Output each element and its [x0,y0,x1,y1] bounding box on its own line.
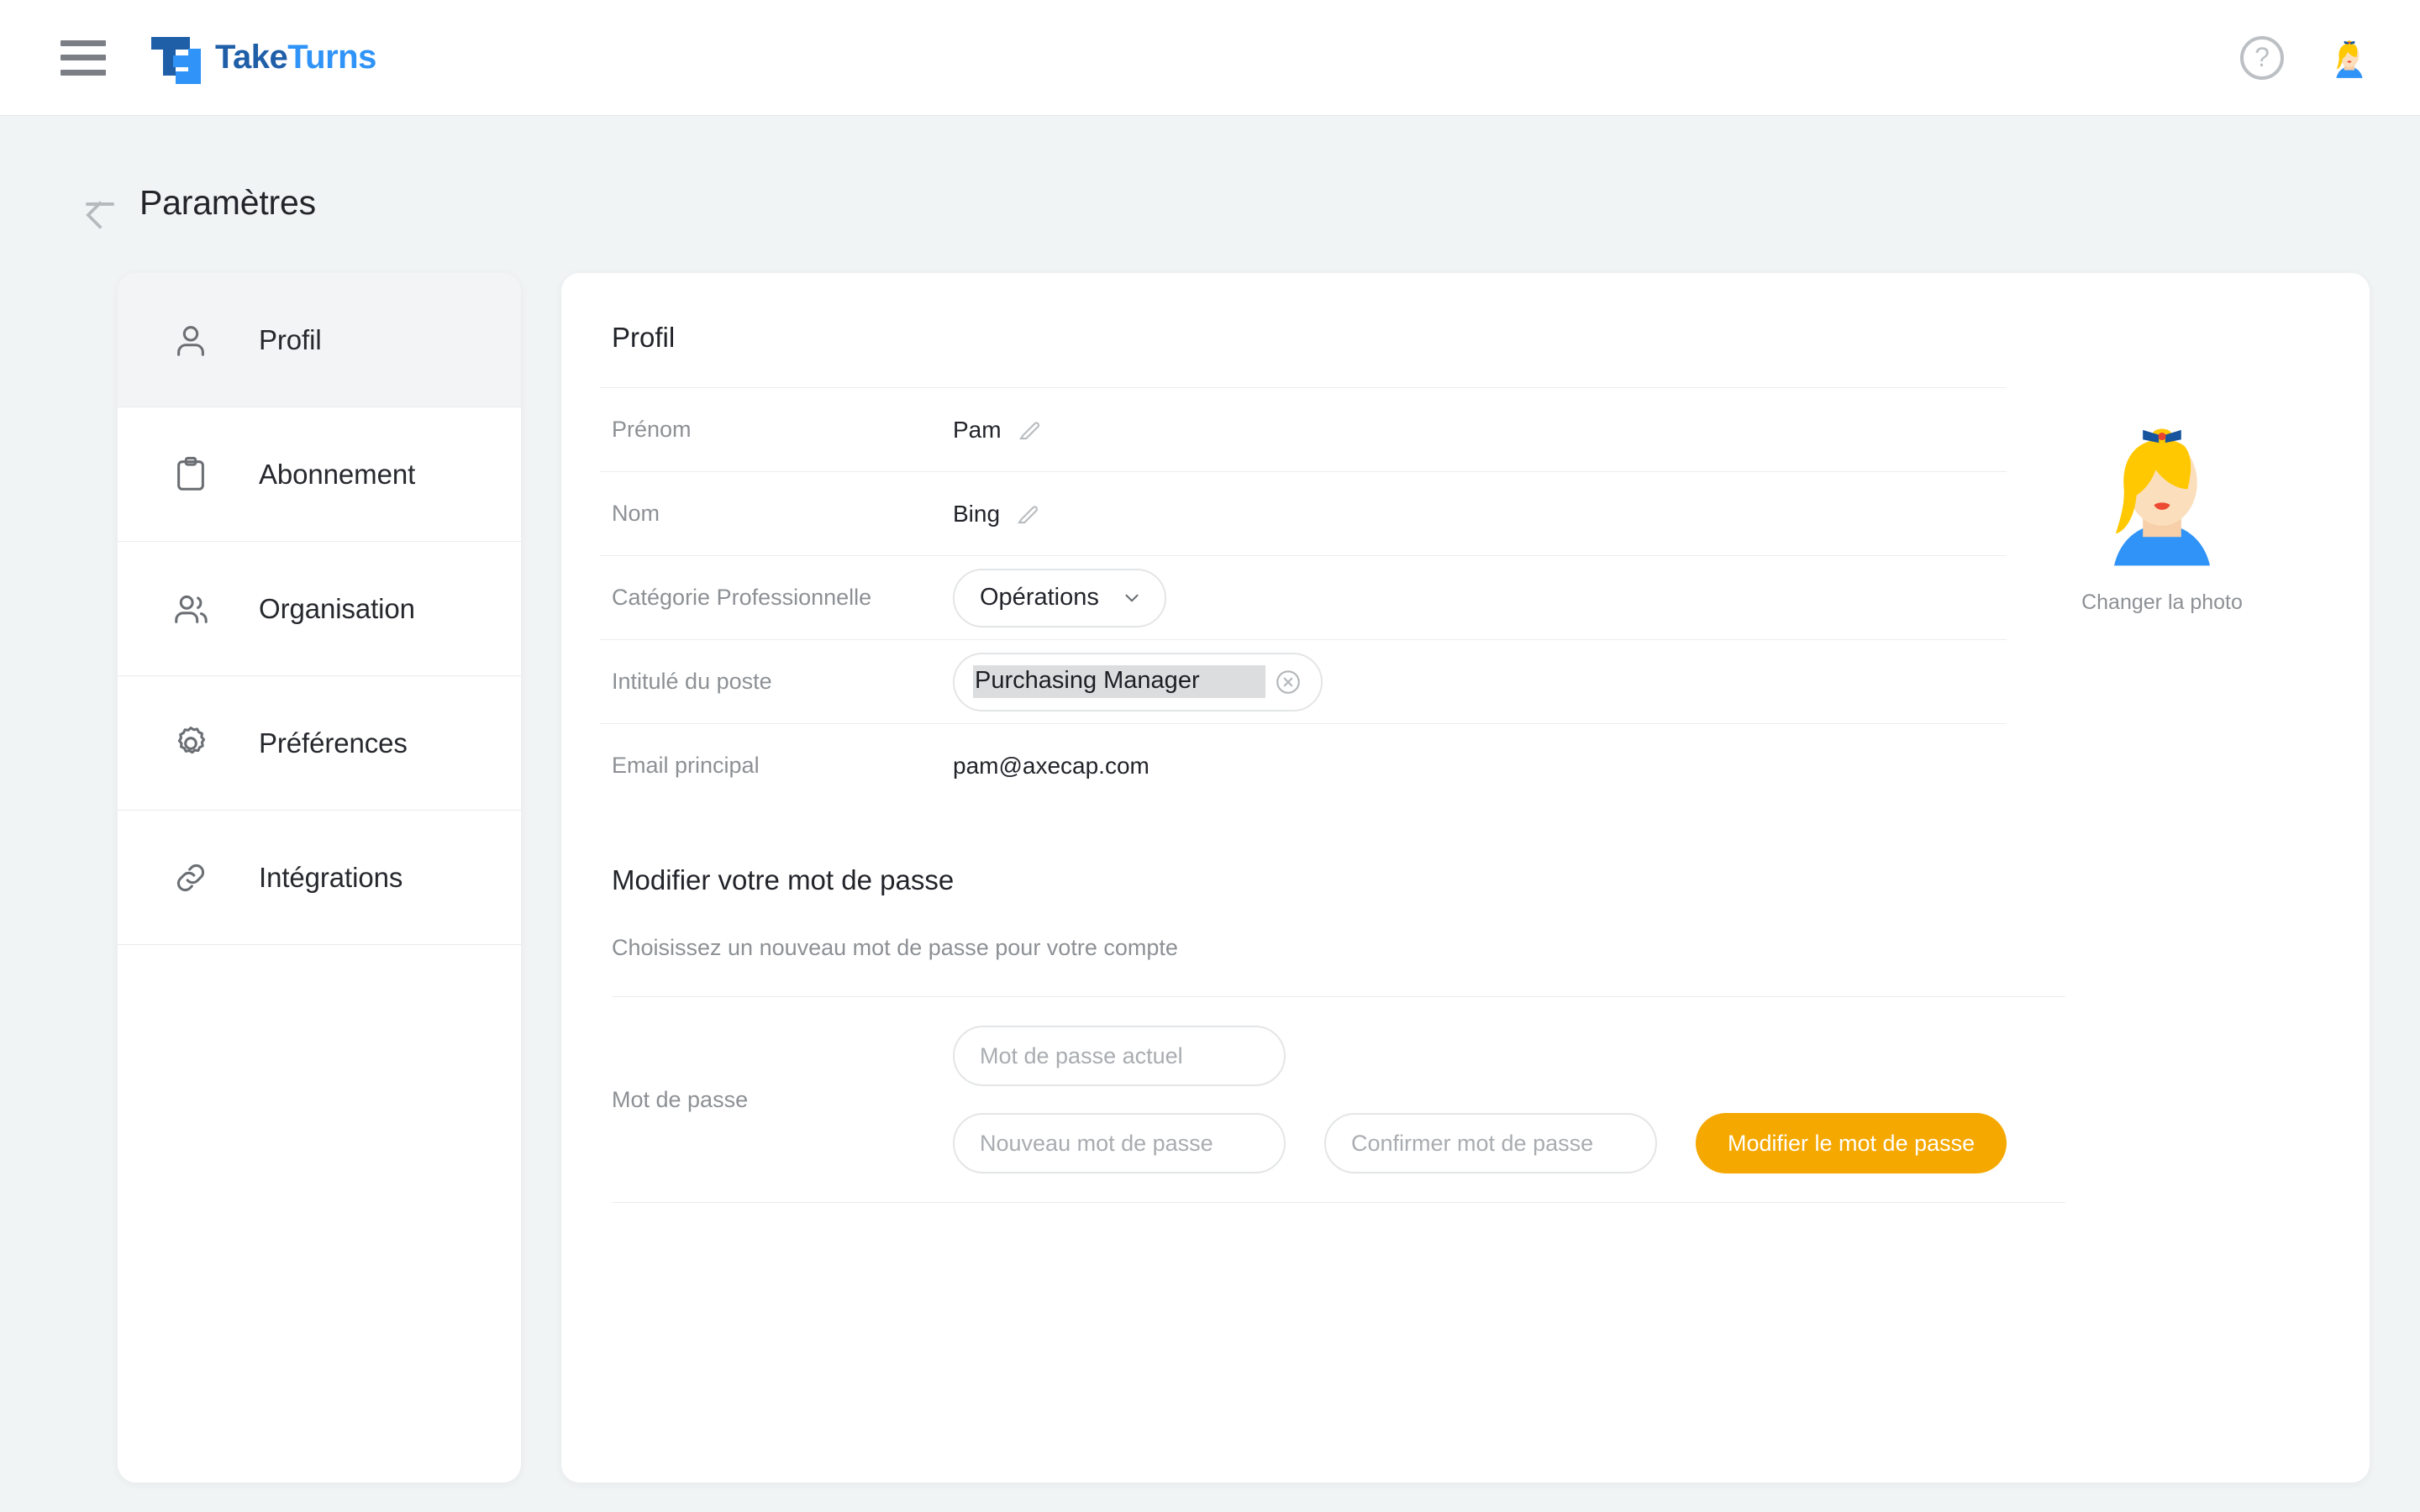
settings-layout: Profil Abonnement Organisation Préférenc… [0,223,2420,1483]
password-row-label: Mot de passe [612,1086,749,1112]
arrow-left-icon[interactable] [84,186,118,220]
help-circle-icon[interactable]: ? [2240,35,2284,80]
last-name-value: Bing [953,500,1001,527]
form-row-job-title: Intitulé du poste Purchasing Manager [600,639,2007,723]
user-icon [168,318,213,363]
job-title-value: Purchasing Manager [973,665,1265,698]
sidebar-item-label: Abonnement [259,458,416,490]
user-avatar[interactable] [2328,36,2371,80]
sidebar-item-preferences[interactable]: Préférences [118,676,521,811]
link-icon [168,855,213,900]
change-password-button[interactable]: Modifier le mot de passe [1696,1113,2007,1173]
sidebar-item-organisation[interactable]: Organisation [118,542,521,676]
field-label: Nom [612,501,660,526]
gear-icon [168,721,213,766]
chevron-down-icon [1125,594,1139,601]
top-bar-actions: ? [2240,35,2371,80]
password-line-new: Modifier le mot de passe [953,1113,2007,1173]
brand-name-part1: Take [215,39,288,76]
hamburger-menu-icon[interactable] [60,39,106,76]
category-select[interactable]: Opérations [953,568,1166,627]
password-row: Mot de passe Modifier le mot de passe [612,996,2065,1203]
job-title-input[interactable]: Purchasing Manager [953,652,1323,711]
email-value: pam@axecap.com [953,752,1150,779]
help-glyph: ? [2254,41,2270,72]
password-section-title: Modifier votre mot de passe [612,864,955,895]
profile-panel: Profil Prénom Pam Nom Bing Catégorie Pro… [561,273,2370,1483]
clipboard-icon [168,452,213,497]
password-section: Modifier votre mot de passe Choisissez u… [600,864,2317,1203]
sidebar-item-integrations[interactable]: Intégrations [118,811,521,945]
user-avatar-large[interactable] [2082,412,2242,572]
category-selected-value: Opérations [980,584,1099,611]
form-row-email: Email principal pam@axecap.com [600,723,2007,807]
sidebar-item-label: Préférences [259,727,408,759]
confirm-password-input[interactable] [1324,1113,1657,1173]
change-photo-button[interactable]: Changer la photo [2081,591,2243,615]
settings-sidebar: Profil Abonnement Organisation Préférenc… [118,273,521,1483]
taketurns-logo-icon [150,32,202,84]
field-value-group: Pam [953,417,1042,444]
form-row-first-name: Prénom Pam [600,387,2007,471]
sidebar-item-abonnement[interactable]: Abonnement [118,407,521,542]
first-name-value: Pam [953,416,1002,443]
profile-photo-column: Changer la photo [2007,354,2317,807]
form-row-last-name: Nom Bing [600,471,2007,555]
page-title: Paramètres [139,183,316,222]
hamburger-bar [60,55,106,60]
field-value-group: Bing [953,501,1040,528]
brand-name-part2: Turns [287,39,376,76]
sidebar-item-label: Intégrations [259,861,403,893]
clear-circle-icon[interactable] [1274,668,1302,696]
top-bar: TakeTurns ? [0,0,2420,116]
password-fields: Modifier le mot de passe [953,1026,2007,1173]
sidebar-item-profil[interactable]: Profil [118,273,521,407]
field-label: Intitulé du poste [612,669,772,694]
field-label: Prénom [612,417,692,442]
page-header: Paramètres [0,116,2420,223]
panel-title: Profil [612,322,676,353]
hamburger-bar [60,69,106,76]
sidebar-item-label: Profil [259,323,322,355]
brand-logo[interactable]: TakeTurns [150,32,376,84]
field-label: Catégorie Professionnelle [612,585,872,610]
sidebar-item-label: Organisation [259,592,415,624]
hamburger-bar [60,39,106,46]
profile-form: Prénom Pam Nom Bing Catégorie Profession… [600,354,2007,807]
new-password-input[interactable] [953,1113,1286,1173]
password-line-current [953,1026,2007,1086]
password-section-subtitle: Choisissez un nouveau mot de passe pour … [612,935,1178,960]
pencil-icon[interactable] [1017,417,1042,443]
pencil-icon[interactable] [1015,501,1040,527]
current-password-input[interactable] [953,1026,1286,1086]
profile-form-wrap: Prénom Pam Nom Bing Catégorie Profession… [600,354,2317,807]
users-icon [168,586,213,632]
brand-name: TakeTurns [215,39,376,76]
field-label: Email principal [612,753,760,778]
form-row-category: Catégorie Professionnelle Opérations [600,555,2007,639]
